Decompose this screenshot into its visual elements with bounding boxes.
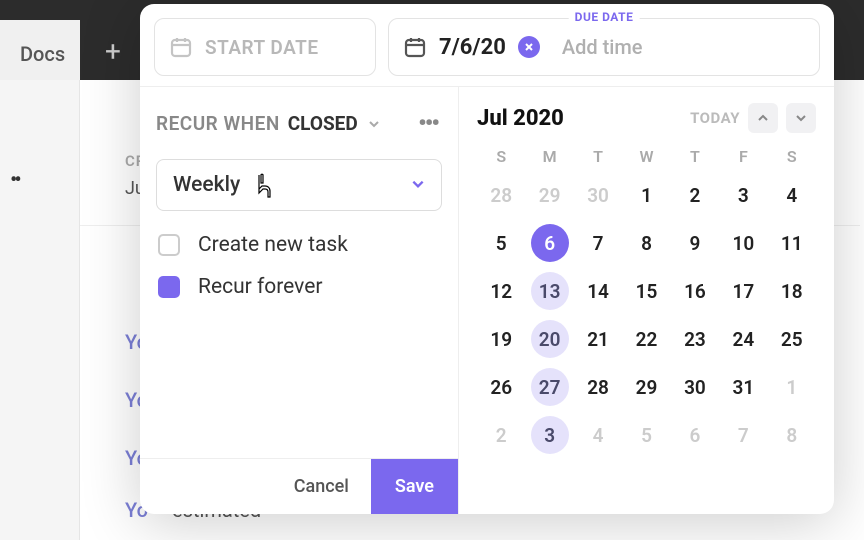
recur-state: CLOSED	[288, 112, 358, 135]
recur-trigger-dropdown[interactable]: RECUR WHEN CLOSED	[156, 112, 380, 135]
calendar-day[interactable]: 2	[671, 174, 719, 216]
chevron-up-icon	[757, 112, 769, 124]
calendar-day[interactable]: 30	[574, 174, 622, 216]
calendar-nav: TODAY	[690, 103, 816, 133]
recur-forever-option[interactable]: Recur forever	[158, 275, 440, 299]
day-of-week-label: S	[768, 147, 816, 166]
calendar-day[interactable]: 23	[671, 318, 719, 360]
plus-icon[interactable]: +	[105, 35, 121, 68]
option-label: Recur forever	[198, 275, 322, 299]
modal-body: RECUR WHEN CLOSED ••• Weekly Create new …	[140, 86, 834, 514]
option-label: Create new task	[198, 233, 348, 257]
calendar-day[interactable]: 17	[719, 270, 767, 312]
calendar-day[interactable]: 20	[525, 318, 573, 360]
calendar-day[interactable]: 12	[477, 270, 525, 312]
day-of-week-row: SMTWTFS	[477, 147, 816, 166]
calendar-day[interactable]: 14	[574, 270, 622, 312]
calendar-pane: Jul 2020 TODAY SMTWTFS 28293012345678910…	[458, 87, 834, 514]
recurrence-pane: RECUR WHEN CLOSED ••• Weekly Create new …	[140, 87, 458, 514]
recurrence-options: Create new task Recur forever	[156, 233, 442, 299]
calendar-day[interactable]: 25	[768, 318, 816, 360]
add-time-button[interactable]: Add time	[562, 35, 643, 59]
calendar-day[interactable]: 29	[622, 366, 670, 408]
calendar-day[interactable]: 10	[719, 222, 767, 264]
calendar-day[interactable]: 4	[768, 174, 816, 216]
calendar-day[interactable]: 19	[477, 318, 525, 360]
modal-footer: Cancel Save	[140, 458, 458, 514]
start-date-placeholder: START DATE	[205, 36, 319, 59]
due-date-label: DUE DATE	[569, 10, 640, 24]
calendar-day[interactable]: 30	[671, 366, 719, 408]
calendar-day[interactable]: 22	[622, 318, 670, 360]
day-of-week-label: S	[477, 147, 525, 166]
day-of-week-label: M	[525, 147, 573, 166]
calendar-header: Jul 2020 TODAY	[477, 103, 816, 133]
calendar-grid: 2829301234567891011121314151617181920212…	[477, 174, 816, 456]
calendar-day[interactable]: 15	[622, 270, 670, 312]
modal-header: START DATE DUE DATE 7/6/20 Add time	[140, 4, 834, 86]
start-date-field[interactable]: START DATE	[154, 18, 376, 76]
calendar-day[interactable]: 1	[622, 174, 670, 216]
chevron-down-icon	[411, 173, 425, 197]
calendar-day[interactable]: 27	[525, 366, 573, 408]
checkbox-checked-icon[interactable]	[158, 276, 180, 298]
calendar-day[interactable]: 5	[477, 222, 525, 264]
left-gutter	[0, 80, 80, 540]
calendar-day[interactable]: 29	[525, 174, 573, 216]
due-date-field[interactable]: DUE DATE 7/6/20 Add time	[388, 18, 820, 76]
ellipsis-icon[interactable]: ••	[10, 168, 19, 193]
clear-due-date-button[interactable]	[518, 36, 540, 58]
calendar-day[interactable]: 28	[477, 174, 525, 216]
calendar-day[interactable]: 16	[671, 270, 719, 312]
calendar-day[interactable]: 7	[719, 414, 767, 456]
due-date-value: 7/6/20	[439, 35, 506, 60]
calendar-day[interactable]: 24	[719, 318, 767, 360]
chevron-down-icon	[795, 112, 807, 124]
date-picker-modal: START DATE DUE DATE 7/6/20 Add time RECU…	[140, 4, 834, 514]
calendar-day[interactable]: 28	[574, 366, 622, 408]
frequency-select[interactable]: Weekly	[156, 159, 442, 211]
calendar-day[interactable]: 5	[622, 414, 670, 456]
calendar-day[interactable]: 21	[574, 318, 622, 360]
calendar-day[interactable]: 31	[719, 366, 767, 408]
calendar-day[interactable]: 6	[525, 222, 573, 264]
calendar-icon	[403, 35, 427, 59]
calendar-day[interactable]: 1	[768, 366, 816, 408]
recur-header: RECUR WHEN CLOSED •••	[156, 105, 442, 141]
month-title: Jul 2020	[477, 106, 564, 131]
today-button[interactable]: TODAY	[690, 109, 740, 127]
docs-tab[interactable]: Docs	[0, 20, 80, 88]
frequency-value: Weekly	[173, 173, 240, 197]
calendar-day[interactable]: 26	[477, 366, 525, 408]
checkbox-unchecked-icon[interactable]	[158, 234, 180, 256]
calendar-day[interactable]: 8	[768, 414, 816, 456]
next-month-button[interactable]	[786, 103, 816, 133]
calendar-day[interactable]: 2	[477, 414, 525, 456]
calendar-day[interactable]: 8	[622, 222, 670, 264]
day-of-week-label: T	[671, 147, 719, 166]
recur-prefix: RECUR WHEN	[156, 112, 280, 135]
cancel-button[interactable]: Cancel	[272, 460, 371, 514]
calendar-day[interactable]: 13	[525, 270, 573, 312]
create-new-task-option[interactable]: Create new task	[158, 233, 440, 257]
day-of-week-label: F	[719, 147, 767, 166]
calendar-day[interactable]: 7	[574, 222, 622, 264]
calendar-day[interactable]: 11	[768, 222, 816, 264]
calendar-day[interactable]: 3	[525, 414, 573, 456]
calendar-day[interactable]: 9	[671, 222, 719, 264]
calendar-day[interactable]: 4	[574, 414, 622, 456]
chevron-down-icon	[368, 115, 380, 134]
calendar-day[interactable]: 6	[671, 414, 719, 456]
save-button[interactable]: Save	[371, 459, 458, 515]
day-of-week-label: W	[622, 147, 670, 166]
calendar-day[interactable]: 18	[768, 270, 816, 312]
calendar-day[interactable]: 3	[719, 174, 767, 216]
calendar-icon	[169, 35, 193, 59]
more-options-button[interactable]: •••	[414, 105, 442, 141]
day-of-week-label: T	[574, 147, 622, 166]
prev-month-button[interactable]	[748, 103, 778, 133]
